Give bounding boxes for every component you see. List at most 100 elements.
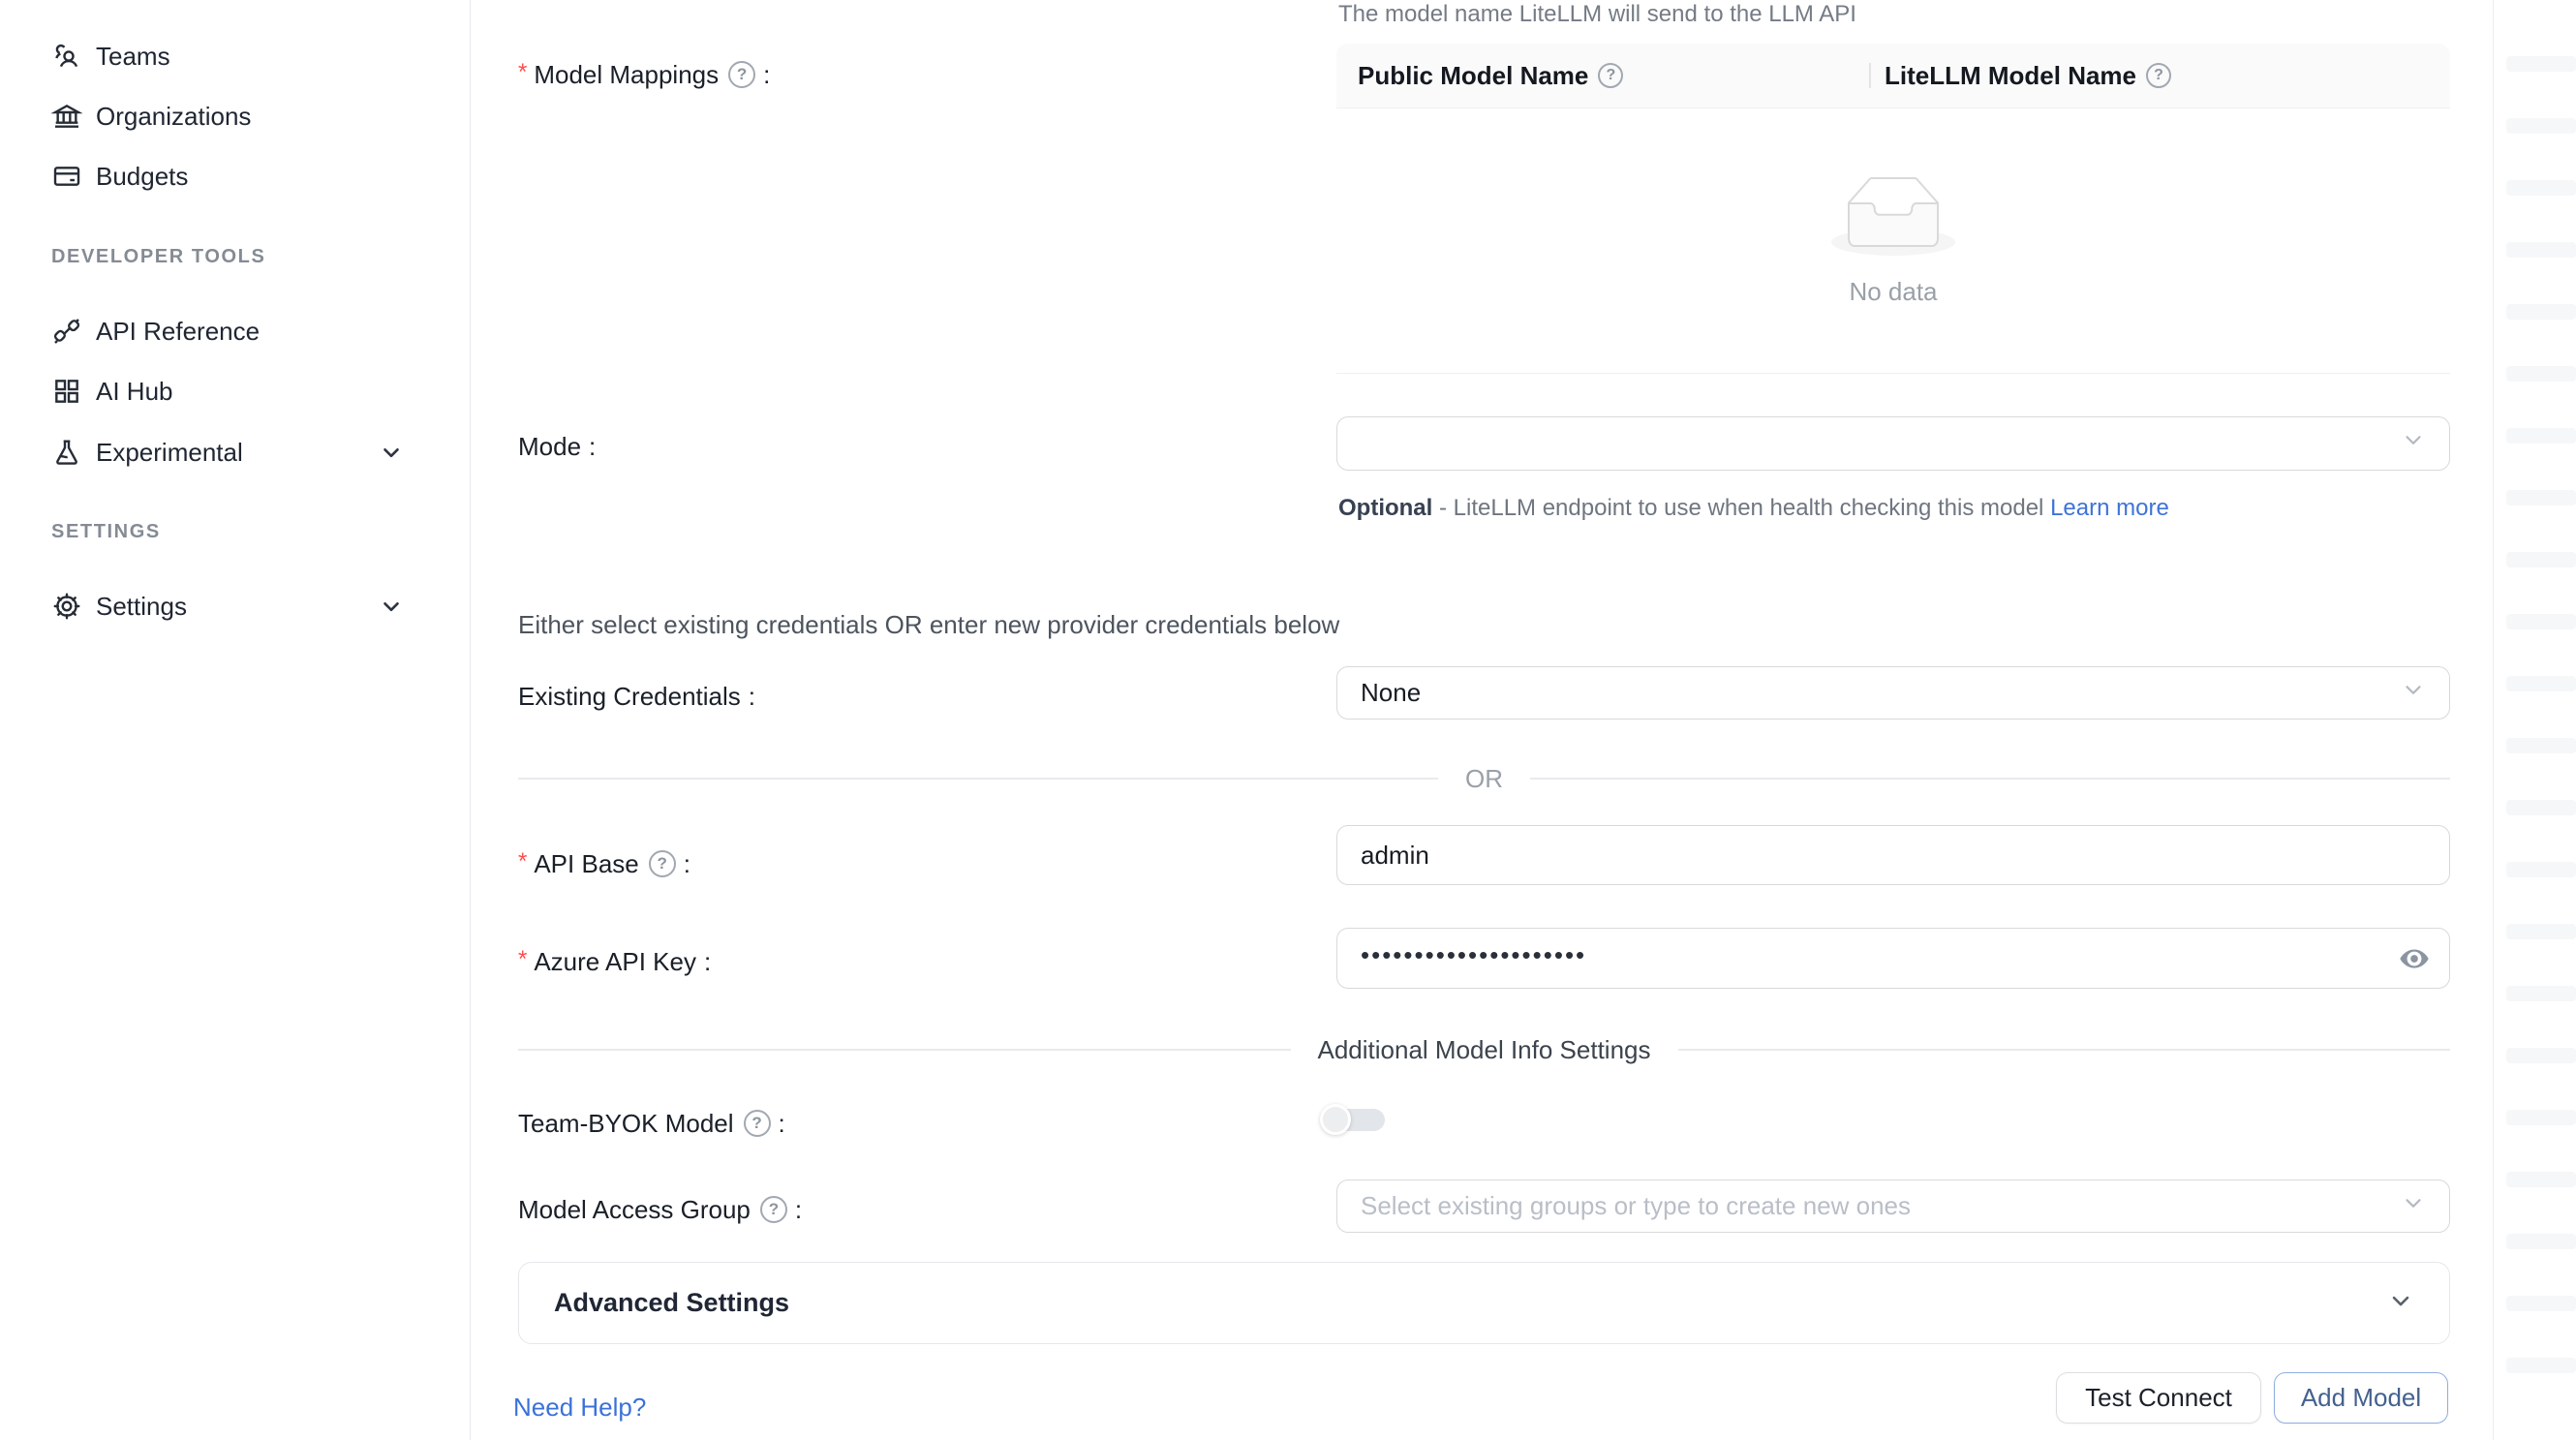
credentials-note: Either select existing credentials OR en…: [518, 610, 1339, 640]
grid-icon: [51, 376, 82, 407]
required-mark: *: [518, 847, 527, 876]
masked-password-value: •••••••••••••••••••••: [1361, 942, 1586, 967]
model-access-group-select[interactable]: Select existing groups or type to create…: [1336, 1180, 2450, 1233]
need-help-link[interactable]: Need Help?: [513, 1393, 646, 1423]
azure-api-key-label: * Azure API Key :: [518, 945, 711, 978]
or-divider: OR: [518, 765, 2450, 792]
sidebar-item-label: Organizations: [96, 102, 251, 132]
sidebar-item-experimental[interactable]: Experimental: [51, 436, 419, 469]
background-artifact: [2506, 614, 2576, 629]
no-data-text: No data: [1849, 277, 1937, 307]
test-connect-button[interactable]: Test Connect: [2056, 1372, 2261, 1424]
chevron-down-icon: [2401, 1190, 2426, 1222]
help-icon[interactable]: ?: [1598, 63, 1623, 88]
existing-credentials-select[interactable]: None: [1336, 666, 2450, 720]
api-base-label: * API Base ? :: [518, 847, 690, 880]
background-artifact: [2506, 366, 2576, 382]
existing-credentials-label: Existing Credentials :: [518, 680, 755, 713]
chevron-down-icon: [379, 440, 404, 465]
mode-help-text: Optional - LiteLLM endpoint to use when …: [1338, 489, 2215, 528]
background-artifact: [2506, 738, 2576, 753]
model-mappings-table: Public Model Name ? LiteLLM Model Name ?…: [1336, 44, 2450, 374]
advanced-settings-panel[interactable]: Advanced Settings: [518, 1262, 2450, 1344]
background-artifact: [2506, 490, 2576, 506]
toggle-knob: [1320, 1104, 1351, 1135]
mode-select[interactable]: [1336, 416, 2450, 471]
team-byok-toggle[interactable]: [1334, 1109, 1385, 1131]
background-artifact: [2506, 118, 2576, 134]
sidebar-item-teams[interactable]: Teams: [51, 40, 419, 73]
sidebar-item-label: Settings: [96, 592, 187, 622]
sidebar-section-developer-tools: DEVELOPER TOOLS: [51, 246, 265, 268]
add-model-form: The model name LiteLLM will send to the …: [471, 0, 2494, 1440]
required-mark: *: [518, 58, 527, 87]
bank-icon: [51, 101, 82, 132]
model-name-hint: The model name LiteLLM will send to the …: [1338, 0, 1856, 29]
sidebar-section-settings: SETTINGS: [51, 521, 161, 543]
required-mark: *: [518, 945, 527, 974]
background-artifact: [2506, 676, 2576, 691]
background-artifact: [2506, 428, 2576, 444]
sidebar-item-label: Experimental: [96, 438, 243, 468]
add-model-button[interactable]: Add Model: [2274, 1372, 2448, 1424]
background-artifact: [2506, 1172, 2576, 1187]
background-artifact: [2506, 56, 2576, 72]
sidebar: Internal Users Teams Organizations Budge…: [0, 0, 471, 1440]
background-artifact: [2506, 552, 2576, 567]
sidebar-item-label: API Reference: [96, 317, 260, 347]
selected-value: None: [1361, 678, 1421, 708]
gear-icon: [51, 591, 82, 622]
mode-label: Mode :: [518, 430, 596, 463]
input-value: admin: [1361, 841, 1429, 871]
column-header-litellm-model-name: LiteLLM Model Name ?: [1869, 44, 2450, 107]
background-artifact: [2506, 924, 2576, 939]
sidebar-item-budgets[interactable]: Budgets: [51, 160, 419, 193]
help-icon[interactable]: ?: [744, 1110, 771, 1137]
background-artifact: [2506, 986, 2576, 1001]
api-base-input[interactable]: admin: [1336, 825, 2450, 885]
model-mappings-label: * Model Mappings ? :: [518, 58, 770, 91]
chevron-down-icon: [2401, 428, 2426, 460]
sidebar-item-api-reference[interactable]: API Reference: [51, 315, 419, 348]
select-placeholder: Select existing groups or type to create…: [1361, 1191, 1911, 1221]
background-artifact: [2506, 1296, 2576, 1311]
help-icon[interactable]: ?: [649, 850, 676, 877]
help-icon[interactable]: ?: [760, 1196, 787, 1223]
team-byok-label: Team-BYOK Model ? :: [518, 1107, 785, 1140]
background-page-strip: [2495, 0, 2576, 1440]
background-artifact: [2506, 1234, 2576, 1249]
empty-inbox-icon: [1831, 176, 1955, 256]
background-artifact: [2506, 1358, 2576, 1373]
table-header-row: Public Model Name ? LiteLLM Model Name ?: [1336, 44, 2450, 108]
background-artifact: [2506, 862, 2576, 877]
api-plug-icon: [51, 316, 82, 347]
background-artifact: [2506, 242, 2576, 258]
chevron-down-icon: [2401, 677, 2426, 709]
background-artifact: [2506, 800, 2576, 815]
azure-api-key-input[interactable]: •••••••••••••••••••••: [1336, 928, 2450, 989]
sidebar-item-label: AI Hub: [96, 377, 173, 407]
chevron-down-icon: [379, 594, 404, 619]
background-artifact: [2506, 1110, 2576, 1125]
sidebar-item-label: Teams: [96, 42, 170, 72]
background-artifact: [2506, 1048, 2576, 1063]
advanced-settings-title: Advanced Settings: [554, 1288, 789, 1318]
model-access-group-label: Model Access Group ? :: [518, 1193, 802, 1226]
sidebar-item-label: Budgets: [96, 162, 188, 192]
sidebar-item-organizations[interactable]: Organizations: [51, 100, 419, 133]
learn-more-link[interactable]: Learn more: [2050, 495, 2169, 521]
background-artifact: [2506, 304, 2576, 320]
column-header-public-model-name: Public Model Name ?: [1336, 44, 1869, 107]
flask-icon: [51, 437, 82, 468]
sidebar-item-ai-hub[interactable]: AI Hub: [51, 375, 419, 408]
sidebar-item-settings[interactable]: Settings: [51, 590, 419, 623]
credit-card-icon: [51, 161, 82, 192]
teams-icon: [51, 41, 82, 72]
table-empty-state: No data: [1336, 108, 2450, 373]
eye-icon: [2398, 942, 2431, 975]
help-icon[interactable]: ?: [2146, 63, 2171, 88]
background-artifact: [2506, 180, 2576, 196]
help-icon[interactable]: ?: [728, 61, 755, 88]
additional-info-divider: Additional Model Info Settings: [518, 1036, 2450, 1063]
password-visibility-toggle[interactable]: [2397, 941, 2432, 976]
